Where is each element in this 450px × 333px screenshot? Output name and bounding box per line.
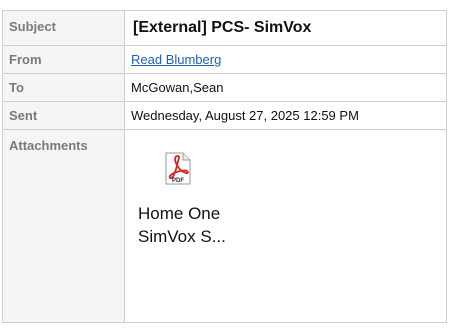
sent-row: Sent Wednesday, August 27, 2025 12:59 PM xyxy=(2,101,447,130)
subject-label: Subject xyxy=(2,10,125,46)
subject-row: Subject [External] PCS- SimVox xyxy=(2,10,447,46)
from-sender-link[interactable]: Read Blumberg xyxy=(131,52,221,67)
to-label: To xyxy=(2,73,125,102)
subject-value: [External] PCS- SimVox xyxy=(124,10,447,46)
attachments-cell: PDF Home One SimVox S... xyxy=(124,129,447,323)
from-row: From Read Blumberg xyxy=(2,45,447,74)
attachment-name-line2: SimVox S... xyxy=(138,227,226,246)
from-cell: Read Blumberg xyxy=(124,45,447,74)
attachments-row: Attachments PDF Home One SimVox S... xyxy=(2,129,447,323)
attachment-name-line1: Home One xyxy=(138,204,221,223)
pdf-icon-text: PDF xyxy=(172,178,184,184)
email-header-table: Subject [External] PCS- SimVox From Read… xyxy=(2,10,447,323)
to-value: McGowan,Sean xyxy=(124,73,447,102)
attachments-label: Attachments xyxy=(2,129,125,323)
pdf-icon[interactable]: PDF xyxy=(165,152,191,185)
attachment-item[interactable]: PDF Home One SimVox S... xyxy=(131,130,331,320)
to-row: To McGowan,Sean xyxy=(2,73,447,102)
sent-label: Sent xyxy=(2,101,125,130)
sent-value: Wednesday, August 27, 2025 12:59 PM xyxy=(124,101,447,130)
attachment-name[interactable]: Home One SimVox S... xyxy=(138,202,308,248)
from-label: From xyxy=(2,45,125,74)
